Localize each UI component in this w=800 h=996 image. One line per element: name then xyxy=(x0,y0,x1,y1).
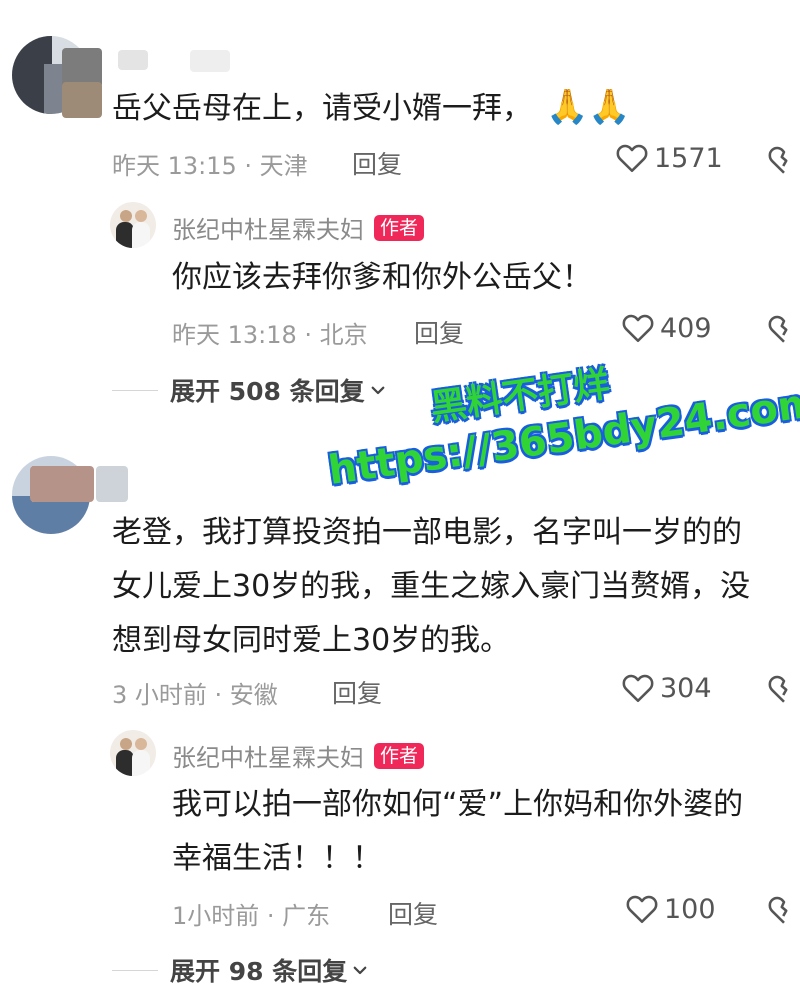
author-badge: 作者 xyxy=(374,214,425,241)
like-count: 304 xyxy=(660,672,712,704)
expand-label: 展开 98 条回复 xyxy=(170,957,348,986)
reply-button[interactable]: 回复 xyxy=(414,314,464,350)
reply-meta: 1小时前 · 广东 xyxy=(172,902,331,930)
like-count: 409 xyxy=(660,312,712,344)
author-line: 张纪中杜星霖夫妇 作者 xyxy=(172,738,425,773)
chevron-down-icon xyxy=(351,961,369,979)
author-line: 张纪中杜星霖夫妇 作者 xyxy=(172,210,425,245)
like-count: 1571 xyxy=(654,142,723,174)
heart-icon xyxy=(620,670,656,706)
reply-button[interactable]: 回复 xyxy=(388,895,438,931)
author-name[interactable]: 张纪中杜星霖夫妇 xyxy=(172,738,364,773)
divider xyxy=(112,969,158,971)
broken-heart-icon[interactable] xyxy=(766,142,800,178)
divider xyxy=(112,389,158,391)
username-blurred xyxy=(190,50,230,72)
heart-icon xyxy=(620,310,656,346)
watermark: 黑料不打烊 https://365bdy24.com xyxy=(318,326,800,494)
like-button[interactable]: 304 xyxy=(620,670,712,706)
like-count: 100 xyxy=(664,893,716,925)
author-badge: 作者 xyxy=(374,742,425,769)
comment-meta: 3 小时前 · 安徽 xyxy=(112,681,278,709)
like-button[interactable]: 1571 xyxy=(614,140,723,176)
author-name[interactable]: 张纪中杜星霖夫妇 xyxy=(172,210,364,245)
emoji: 🙏🙏 xyxy=(546,87,631,127)
heart-icon xyxy=(614,140,650,176)
reply-button[interactable]: 回复 xyxy=(352,145,402,181)
like-button[interactable]: 100 xyxy=(624,891,716,927)
reply-text: 你应该去拜你爹和你外公岳父！ xyxy=(172,260,592,295)
comment-text: 岳父岳母在上，请受小婿一拜， 🙏🙏 xyxy=(112,87,631,127)
expand-replies[interactable]: 展开 98 条回复 xyxy=(112,952,369,988)
reply-text: 我可以拍一部你如何“爱”上你妈和你外婆的 幸福生活！！！ xyxy=(172,787,744,876)
reply-button[interactable]: 回复 xyxy=(332,674,382,710)
username-blurred xyxy=(62,82,102,118)
author-avatar[interactable] xyxy=(110,730,156,776)
reply-meta: 昨天 13:18 · 北京 xyxy=(172,321,368,349)
comment-meta: 昨天 13:15 · 天津 xyxy=(112,152,308,180)
author-avatar[interactable] xyxy=(110,202,156,248)
heart-icon xyxy=(624,891,660,927)
username-blurred xyxy=(30,466,94,502)
broken-heart-icon[interactable] xyxy=(766,892,800,928)
broken-heart-icon[interactable] xyxy=(766,671,800,707)
username-blurred xyxy=(96,466,128,502)
username-blurred xyxy=(118,50,148,70)
comment-text: 老登，我打算投资拍一部电影，名字叫一岁的的 女儿爱上30岁的我，重生之嫁入豪门当… xyxy=(112,515,751,658)
